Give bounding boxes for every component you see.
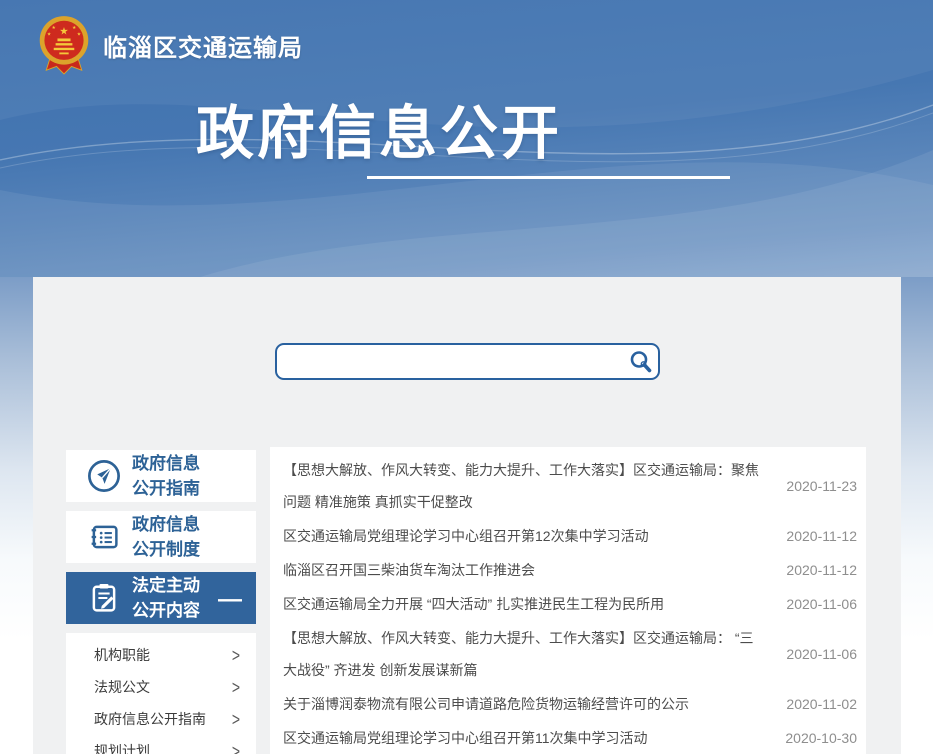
notebook-icon: [85, 518, 123, 556]
chevron-right-icon: >: [232, 709, 240, 730]
news-date: 2020-11-02: [775, 696, 857, 712]
news-row: 关于淄博润泰物流有限公司申请道路危险货物运输经营许可的公示 2020-11-02: [283, 688, 857, 720]
submenu-item[interactable]: 规划计划 >: [66, 735, 256, 754]
sidebar: 政府信息 公开指南: [66, 450, 256, 754]
submenu-item[interactable]: 法规公文 >: [66, 671, 256, 703]
search-box: [275, 343, 660, 380]
news-row: 【思想大解放、作风大转变、能力大提升、工作大落实】区交通运输局：聚焦问题 精准施…: [283, 454, 857, 518]
page-title: 政府信息公开: [196, 86, 562, 170]
content-panel: 政府信息 公开指南: [33, 277, 901, 754]
svg-text:★: ★: [72, 25, 76, 30]
news-date: 2020-11-12: [775, 528, 857, 544]
news-title-link[interactable]: 区交通运输局全力开展 “四大活动” 扎实推进民生工程为民所用: [283, 588, 765, 620]
sidebar-item-label: 政府信息 公开制度: [132, 512, 200, 562]
collapse-minus-icon[interactable]: —: [218, 586, 242, 614]
news-row: 区交通运输局全力开展 “四大活动” 扎实推进民生工程为民所用 2020-11-0…: [283, 588, 857, 620]
page: ★ ★ ★ ★ ★ 临淄区交通运输局 政府信息公开: [0, 0, 933, 754]
submenu-item-label: 规划计划: [94, 741, 150, 754]
news-date: 2020-11-06: [775, 646, 857, 662]
title-underline: [367, 176, 730, 179]
news-row: 【思想大解放、作风大转变、能力大提升、工作大落实】区交通运输局： “三大战役” …: [283, 622, 857, 686]
news-row: 区交通运输局党组理论学习中心组召开第12次集中学习活动 2020-11-12: [283, 520, 857, 552]
submenu-item-label: 政府信息公开指南: [94, 709, 206, 729]
sidebar-item-label: 政府信息 公开指南: [132, 451, 200, 501]
news-date: 2020-10-30: [775, 730, 857, 746]
svg-text:★: ★: [52, 25, 56, 30]
chevron-right-icon: >: [232, 677, 240, 698]
news-title-link[interactable]: 区交通运输局党组理论学习中心组召开第12次集中学习活动: [283, 520, 765, 552]
sidebar-item-label: 法定主动 公开内容: [132, 573, 200, 623]
news-row: 临淄区召开国三柴油货车淘汰工作推进会 2020-11-12: [283, 554, 857, 586]
news-date: 2020-11-23: [775, 478, 857, 494]
banner: ★ ★ ★ ★ ★ 临淄区交通运输局 政府信息公开: [0, 0, 933, 277]
sidebar-item-gov-info-guide[interactable]: 政府信息 公开指南: [66, 450, 256, 502]
svg-text:★: ★: [59, 27, 68, 38]
submenu-item-label: 法规公文: [94, 677, 150, 697]
news-list: 【思想大解放、作风大转变、能力大提升、工作大落实】区交通运输局：聚焦问题 精准施…: [270, 447, 866, 754]
site-brand[interactable]: ★ ★ ★ ★ ★ 临淄区交通运输局: [36, 14, 303, 76]
search-button[interactable]: [624, 345, 658, 378]
news-title-link[interactable]: 【思想大解放、作风大转变、能力大提升、工作大落实】区交通运输局： “三大战役” …: [283, 622, 765, 686]
sidebar-item-gov-info-system[interactable]: 政府信息 公开制度: [66, 511, 256, 563]
svg-text:★: ★: [47, 32, 51, 37]
search-input[interactable]: [277, 345, 624, 378]
sidebar-item-statutory-disclosure[interactable]: 法定主动 公开内容 —: [66, 572, 256, 624]
agency-name: 临淄区交通运输局: [103, 28, 303, 63]
svg-text:★: ★: [77, 32, 81, 37]
news-title-link[interactable]: 【思想大解放、作风大转变、能力大提升、工作大落实】区交通运输局：聚焦问题 精准施…: [283, 454, 765, 518]
sidebar-submenu: 机构职能 > 法规公文 > 政府信息公开指南 > 规划计划 >: [66, 633, 256, 754]
submenu-item[interactable]: 机构职能 >: [66, 639, 256, 671]
submenu-item[interactable]: 政府信息公开指南 >: [66, 703, 256, 735]
submenu-item-label: 机构职能: [94, 645, 150, 665]
chevron-right-icon: >: [232, 645, 240, 666]
search-icon: [628, 349, 654, 375]
news-title-link[interactable]: 临淄区召开国三柴油货车淘汰工作推进会: [283, 554, 765, 586]
chevron-right-icon: >: [232, 741, 240, 754]
news-date: 2020-11-12: [775, 562, 857, 578]
compass-icon: [85, 457, 123, 495]
news-row: 区交通运输局党组理论学习中心组召开第11次集中学习活动 2020-10-30: [283, 722, 857, 754]
news-title-link[interactable]: 关于淄博润泰物流有限公司申请道路危险货物运输经营许可的公示: [283, 688, 765, 720]
news-title-link[interactable]: 区交通运输局党组理论学习中心组召开第11次集中学习活动: [283, 722, 765, 754]
clipboard-pencil-icon: [85, 579, 123, 617]
news-date: 2020-11-06: [775, 596, 857, 612]
national-emblem-icon: ★ ★ ★ ★ ★: [36, 14, 92, 76]
